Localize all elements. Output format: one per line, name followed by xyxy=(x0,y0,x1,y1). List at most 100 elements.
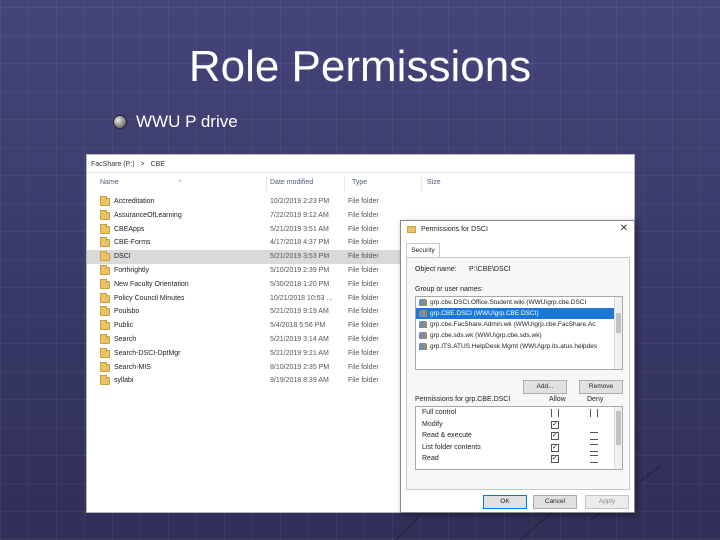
dialog-titlebar[interactable]: Permissions for DSCI ✕ xyxy=(401,221,634,239)
file-date-modified: 8/10/2019 2:35 PM xyxy=(270,363,330,371)
permissions-dialog: Permissions for DSCI ✕ Security Object n… xyxy=(400,220,635,513)
permission-name: Read & execute xyxy=(422,432,472,439)
breadcrumb[interactable]: FacShare (P:) > CBE xyxy=(87,155,634,173)
tab-security[interactable]: Security xyxy=(406,243,440,258)
deny-checkbox[interactable] xyxy=(590,421,598,429)
folder-icon xyxy=(407,226,416,233)
dialog-title: Permissions for DSCI xyxy=(421,226,488,233)
deny-checkbox[interactable] xyxy=(590,455,598,463)
group-list-item[interactable]: grp.CBE.DSCI (WWU\grp.CBE.DSCI) xyxy=(416,308,622,319)
folder-icon xyxy=(100,347,110,358)
column-header-type[interactable]: Type xyxy=(352,179,367,186)
column-header-size[interactable]: Size xyxy=(427,179,441,186)
folder-icon xyxy=(100,361,110,372)
deny-checkbox[interactable] xyxy=(590,443,598,452)
group-list-scrollbar[interactable] xyxy=(614,297,622,369)
file-name: Policy Council Minutes xyxy=(114,294,185,302)
file-date-modified: 5/30/2018 1:20 PM xyxy=(270,280,330,288)
group-user-list: grp.cbe.DSCI.Office.Student.wiki (WWU\gr… xyxy=(415,296,623,370)
file-name: AssuranceOfLearning xyxy=(114,211,182,219)
group-list-item[interactable]: grp.cbe.sds.wk (WWU\grp.cbe.sds.wk) xyxy=(416,330,622,341)
object-name-value: P:\CBE\DSCI xyxy=(469,266,511,273)
bullet-item: WWU P drive xyxy=(114,112,238,132)
allow-checkbox[interactable] xyxy=(551,453,559,465)
apply-button[interactable]: Apply xyxy=(585,495,629,509)
file-type: File folder xyxy=(348,198,379,205)
file-type: File folder xyxy=(348,363,379,371)
group-list-item[interactable]: grp.cbe.DSCI.Office.Student.wiki (WWU\gr… xyxy=(416,297,622,308)
file-date-modified: 9/19/2018 8:39 AM xyxy=(270,377,329,385)
folder-icon xyxy=(100,375,110,386)
file-date-modified: 5/21/2019 9:19 AM xyxy=(270,308,329,316)
file-type: File folder xyxy=(348,377,379,385)
breadcrumb-current[interactable]: CBE xyxy=(151,161,165,168)
folder-icon xyxy=(100,333,110,344)
folder-icon xyxy=(100,278,110,289)
file-date-modified: 7/22/2019 9:12 AM xyxy=(270,211,329,219)
column-divider[interactable] xyxy=(421,177,422,191)
file-name: DSCI xyxy=(114,253,131,261)
file-name: Public xyxy=(114,322,134,330)
group-name: grp.ITS.ATUS.HelpDesk.Mgmt (WWU\grp.its.… xyxy=(430,343,598,350)
column-header-date[interactable]: Date modified xyxy=(270,179,313,186)
column-header-name[interactable]: Name xyxy=(100,179,119,186)
allow-checkbox[interactable] xyxy=(551,430,559,442)
file-type: File folder xyxy=(348,308,379,316)
column-divider[interactable] xyxy=(344,177,345,191)
deny-checkbox[interactable] xyxy=(590,432,598,440)
file-type: File folder xyxy=(348,211,379,219)
allow-checkbox[interactable] xyxy=(551,409,559,417)
add-button[interactable]: Add... xyxy=(523,380,567,394)
file-name: Search xyxy=(114,335,137,343)
remove-button[interactable]: Remove xyxy=(579,380,623,394)
ok-button[interactable]: OK xyxy=(483,495,527,509)
cancel-button[interactable]: Cancel xyxy=(533,495,577,509)
permission-row: List folder contents xyxy=(416,442,622,453)
deny-column-label: Deny xyxy=(587,396,604,403)
close-icon[interactable]: ✕ xyxy=(620,223,628,234)
file-row[interactable]: Accreditation 10/2/2019 2:23 PM File folde… xyxy=(87,195,634,209)
bullet-icon xyxy=(114,116,126,128)
group-icon xyxy=(419,343,427,350)
group-icon xyxy=(419,299,427,306)
group-icon xyxy=(419,321,427,328)
breadcrumb-root[interactable]: FacShare (P:) xyxy=(91,161,135,168)
file-name: New Faculty Orientation xyxy=(114,280,189,288)
file-name: CBEApps xyxy=(114,225,145,233)
column-divider[interactable] xyxy=(266,177,267,191)
file-name: Accreditation xyxy=(114,198,155,205)
scrollbar-thumb[interactable] xyxy=(616,313,621,333)
allow-column-label: Allow xyxy=(549,396,566,403)
group-icon xyxy=(419,332,427,339)
file-type: File folder xyxy=(348,266,379,274)
security-tab-panel: Object name: P:\CBE\DSCI Group or user n… xyxy=(406,257,630,490)
permissions-list: Full control Modify Read & execute List fol… xyxy=(415,406,623,470)
file-date-modified: 5/21/2019 3:14 AM xyxy=(270,335,329,343)
file-type: File folder xyxy=(348,322,379,330)
file-date-modified: 5/4/2018 5:56 PM xyxy=(270,322,326,330)
permission-name: List folder contents xyxy=(422,443,481,451)
deny-checkbox[interactable] xyxy=(590,409,598,417)
file-date-modified: 5/10/2019 2:39 PM xyxy=(270,266,330,274)
file-type: File folder xyxy=(348,335,379,343)
permission-name: Full control xyxy=(422,409,457,416)
file-type: File folder xyxy=(348,349,379,357)
group-name: grp.cbe.sds.wk (WWU\grp.cbe.sds.wk) xyxy=(430,332,542,339)
scrollbar-thumb[interactable] xyxy=(616,411,621,445)
group-list-item[interactable]: grp.cbe.FacShare.Admin.wk (WWU\grp.cbe.F… xyxy=(416,319,622,330)
allow-checkbox[interactable] xyxy=(551,442,559,453)
file-name: Search-MIS xyxy=(114,363,151,371)
file-date-modified: 5/21/2019 3:51 AM xyxy=(270,225,329,233)
allow-checkbox[interactable] xyxy=(551,419,559,430)
folder-icon xyxy=(100,196,110,206)
group-name: grp.CBE.DSCI (WWU\grp.CBE.DSCI) xyxy=(430,310,539,317)
file-name: Forthrightly xyxy=(114,266,150,274)
permissions-list-scrollbar[interactable] xyxy=(614,407,622,469)
file-name: Search-DSCI-DptMgr xyxy=(114,349,181,357)
file-type: File folder xyxy=(348,253,379,261)
folder-icon xyxy=(100,209,110,220)
group-list-item[interactable]: grp.ITS.ATUS.HelpDesk.Mgmt (WWU\grp.its.… xyxy=(416,341,622,352)
file-date-modified: 10/2/2019 2:23 PM xyxy=(270,198,330,205)
file-date-modified: 5/21/2019 3:53 PM xyxy=(270,253,330,261)
permission-row: Modify xyxy=(416,419,622,430)
